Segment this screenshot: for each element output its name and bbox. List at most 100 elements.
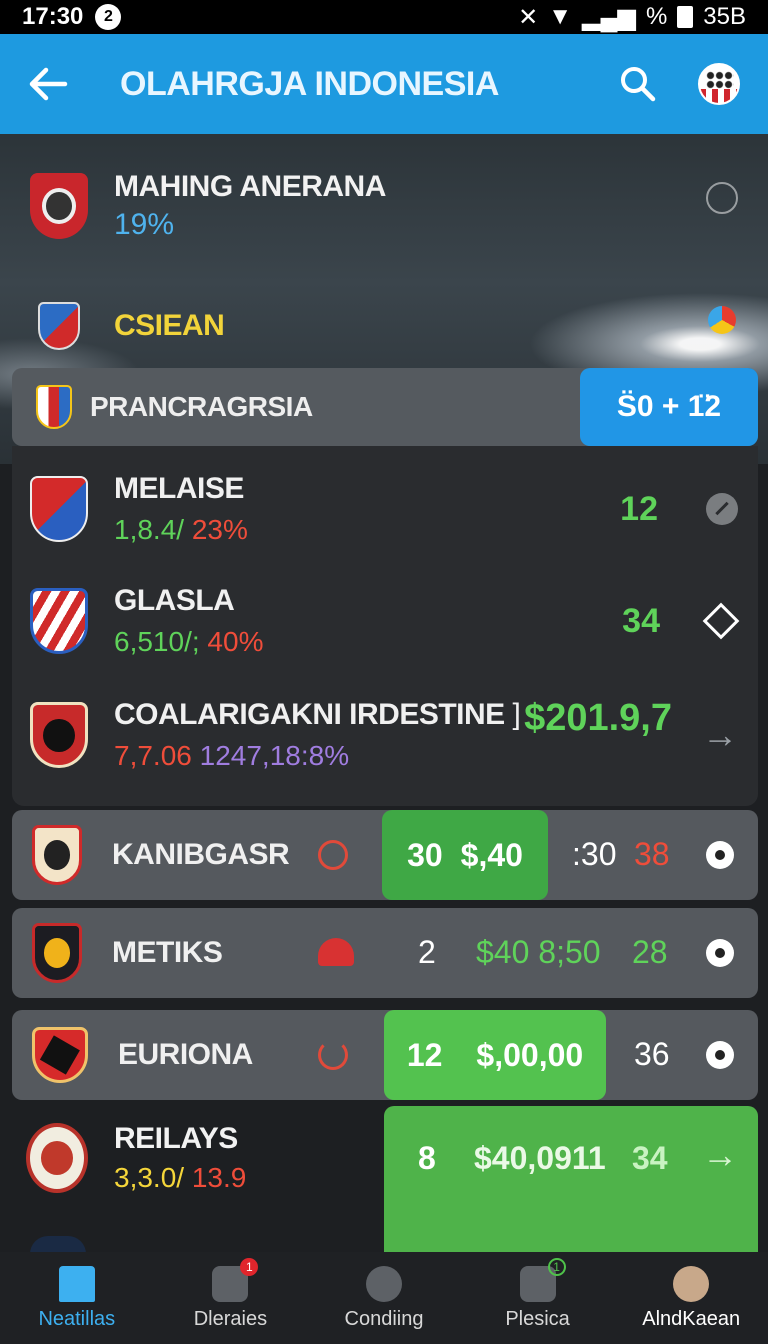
odds-b: $,00,00 — [476, 1036, 584, 1073]
status-right: ✕ ▼ ▂▄▆ % 35B — [518, 3, 746, 32]
match-card[interactable]: METIKS 2 $40 8;50 28 — [12, 908, 758, 998]
card-a: 8 — [418, 1140, 436, 1176]
card-a: 2 — [418, 934, 436, 970]
nav-label: Plesica — [505, 1307, 570, 1330]
odds-panel[interactable]: 8 $40,0911 34 → — [384, 1106, 758, 1256]
odds-a: 30 — [407, 836, 443, 873]
pin-icon: 1 — [212, 1257, 259, 1302]
nav-label: Condiing — [344, 1307, 424, 1330]
team-name: KANIBGASR — [112, 838, 290, 871]
match-card[interactable]: KANIBGASR 30 $,40 :30 38 — [12, 810, 758, 900]
team-crest-icon — [30, 173, 88, 239]
nav-item-plesica[interactable]: 1 Plesica — [461, 1252, 615, 1344]
card-value: 36 — [634, 1036, 670, 1072]
team-name: EURIONA — [118, 1038, 253, 1071]
avatar — [673, 1265, 710, 1302]
team-name: GLASLA — [114, 584, 235, 617]
team-stat: 6,510/; — [114, 626, 200, 657]
team-list-panel: MELAISE 1,8.4/ 23% 12 GLASLA 6,510/; 40%… — [12, 446, 758, 806]
refresh-icon[interactable] — [318, 1040, 348, 1070]
battery-text: 35B — [703, 3, 746, 30]
list-item[interactable]: GLASLA 6,510/; 40% 34 — [30, 584, 740, 658]
nav-item-condiing[interactable]: Condiing — [307, 1252, 461, 1344]
team-pct: 1247,18:8% — [199, 740, 350, 771]
radio-button[interactable] — [706, 841, 734, 869]
nav-badge: 1 — [547, 1257, 566, 1276]
color-wheel-icon[interactable] — [708, 306, 736, 334]
team-crest-icon — [30, 702, 88, 768]
score-button[interactable]: S̈0 + 1̈2 — [580, 368, 758, 446]
home-icon — [58, 1265, 95, 1302]
ball-icon[interactable] — [706, 182, 738, 214]
card-value: 38 — [634, 836, 670, 872]
odds-button[interactable]: 30 $,40 — [382, 810, 548, 900]
team-crest-icon — [32, 825, 82, 885]
odds-b: $,40 — [460, 836, 523, 873]
hero-team-1[interactable]: MAHING ANERANA 19% — [30, 170, 386, 242]
radio-button[interactable] — [706, 939, 734, 967]
notification-count-icon: 2 — [95, 4, 122, 30]
team-crest-icon — [32, 923, 82, 983]
team-name: REILAYS — [114, 1122, 238, 1155]
featured-match-label: PRANCRAGRSIA — [90, 391, 313, 422]
team-crest-icon — [30, 476, 88, 542]
card-b: $40 8;50 — [476, 934, 601, 970]
team-value: $201.9,7 — [524, 696, 672, 739]
chart-icon: 1 — [519, 1257, 566, 1302]
list-item[interactable]: REILAYS 3,3.0/ 13.9 — [26, 1122, 246, 1194]
mute-icon: ✕ — [518, 3, 539, 31]
card-c: 28 — [632, 934, 668, 970]
list-item[interactable]: MELAISE 1,8.4/ 23% 12 — [30, 472, 738, 546]
team-crest-icon — [30, 588, 88, 654]
wifi-icon: ▼ — [548, 3, 573, 30]
team-pct: 23% — [191, 514, 248, 545]
team-name: COALARIGAKNI IRDESTINE ] — [114, 698, 521, 731]
nav-item-dleraies[interactable]: 1 Dleraies — [154, 1252, 308, 1344]
team-crest-icon — [38, 302, 80, 350]
status-percent: % — [645, 3, 668, 30]
signal-icon: ▂▄▆ — [582, 3, 636, 31]
hero-team-name: CSIEAN — [114, 309, 225, 342]
list-item[interactable]: COALARIGAKNI IRDESTINE ] 7,7.06 1247,18:… — [30, 696, 738, 772]
match-card[interactable]: EURIONA 12 $,00,00 36 — [12, 1010, 758, 1100]
status-bar: 17:30 2 ✕ ▼ ▂▄▆ % 35B — [0, 0, 768, 34]
back-arrow-icon[interactable] — [28, 67, 68, 101]
arrow-right-icon[interactable]: → — [702, 1134, 738, 1176]
card-time: :30 — [572, 836, 617, 872]
team-pct: 13.9 — [191, 1162, 247, 1193]
team-name: MELAISE — [114, 472, 244, 505]
card-b: $40,0911 — [474, 1140, 606, 1176]
radio-button[interactable] — [706, 1041, 734, 1069]
team-crest-icon — [36, 385, 72, 429]
app-bar: OLAHRGJA INDONESIA — [0, 34, 768, 134]
team-pct: 40% — [207, 626, 264, 657]
umbrella-icon[interactable] — [318, 938, 354, 966]
nav-item-home[interactable]: Neatillas — [0, 1252, 154, 1344]
odds-button[interactable]: 12 $,00,00 — [384, 1010, 606, 1100]
nav-item-profile[interactable]: AlndKaean — [614, 1252, 768, 1344]
team-value: 12 — [620, 489, 658, 528]
card-c: 34 — [632, 1140, 668, 1176]
hero-team-2[interactable]: CSIEAN — [38, 302, 225, 350]
edit-icon[interactable] — [706, 493, 738, 525]
arrow-right-icon[interactable]: → — [702, 714, 738, 756]
diamond-icon[interactable] — [702, 602, 740, 640]
nav-label: Dleraies — [193, 1307, 268, 1330]
team-name: METIKS — [112, 936, 223, 969]
status-time: 17:30 — [22, 3, 84, 30]
app-title: OLAHRGJA INDONESIA — [120, 64, 499, 103]
hero-team-name: MAHING ANERANA — [114, 170, 386, 203]
featured-match-row[interactable]: PRANCRAGRSIA S̈0 + 1̈2 — [12, 368, 758, 446]
bottom-nav: Neatillas 1 Dleraies Condiing 1 Plesica … — [0, 1252, 768, 1344]
search-icon[interactable] — [618, 64, 658, 104]
team-value: 34 — [622, 601, 660, 640]
profile-avatar[interactable] — [698, 63, 740, 105]
team-stat: 7,7.06 — [114, 740, 192, 771]
nav-label: Neatillas — [38, 1307, 116, 1330]
nav-badge: 1 — [240, 1257, 259, 1276]
ring-icon[interactable] — [318, 840, 348, 870]
hero-team-pct: 19% — [114, 208, 175, 241]
team-crest-icon — [26, 1123, 88, 1193]
odds-a: 12 — [406, 1036, 443, 1073]
team-crest-icon — [32, 1027, 88, 1083]
